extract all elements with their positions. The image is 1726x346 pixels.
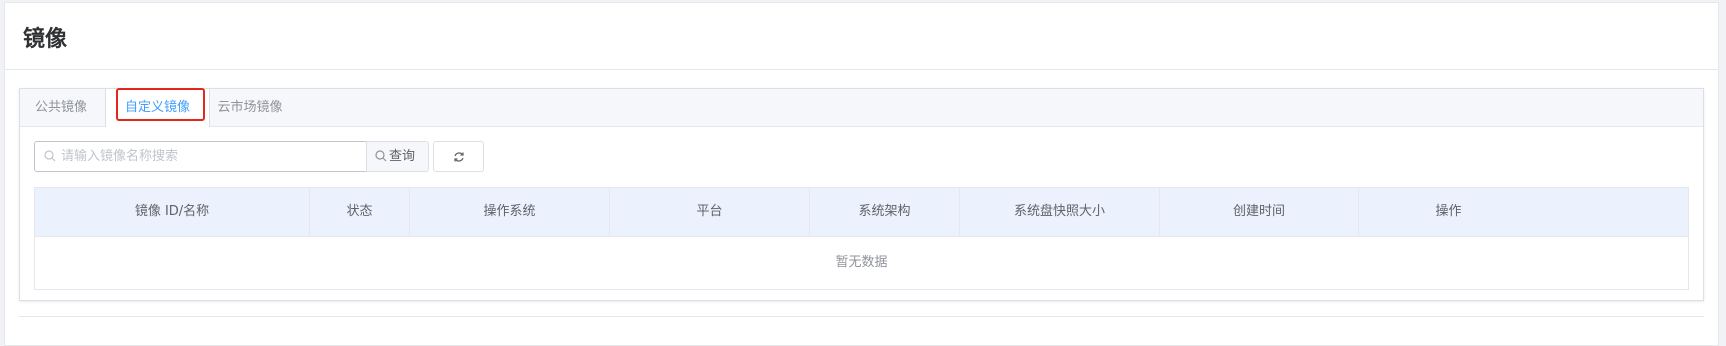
tab-public-images[interactable]: 公共镜像 (20, 89, 102, 126)
image-page: 镜像 公共镜像 自定义镜像 云市场镜像 请输入镜像名称搜索 查询 镜像 ID/名… (4, 2, 1719, 346)
column-header-actions: 操作 (1435, 204, 1462, 219)
column-header-snapshot-size: 系统盘快照大小 (960, 188, 1160, 236)
search-icon (44, 150, 56, 162)
tab-custom-images[interactable]: 自定义镜像 (105, 89, 210, 127)
column-header-platform: 平台 (610, 188, 810, 236)
search-input[interactable]: 请输入镜像名称搜索 (34, 141, 367, 172)
empty-state-text: 暂无数据 (835, 255, 888, 270)
column-header-created-time: 创建时间 (1160, 188, 1359, 236)
column-header-os: 操作系统 (410, 188, 610, 236)
bottom-divider (19, 316, 1704, 317)
page-title: 镜像 (23, 27, 68, 52)
tab-marketplace-images[interactable]: 云市场镜像 (200, 89, 300, 126)
image-table: 镜像 ID/名称 状态 操作系统 平台 系统架构 系统盘快照大小 创建时间 操作… (34, 187, 1689, 290)
refresh-button[interactable] (433, 141, 484, 172)
column-header-image-id: 镜像 ID/名称 (35, 188, 310, 236)
column-header-architecture: 系统架构 (810, 188, 960, 236)
query-button[interactable]: 查询 (366, 141, 429, 172)
column-header-status: 状态 (310, 188, 410, 236)
image-card: 公共镜像 自定义镜像 云市场镜像 请输入镜像名称搜索 查询 镜像 ID/名称 状… (19, 88, 1704, 301)
search-placeholder: 请输入镜像名称搜索 (61, 149, 179, 164)
refresh-icon (454, 152, 464, 162)
query-label: 查询 (389, 149, 416, 164)
title-divider (5, 69, 1718, 70)
tabs-bar: 公共镜像 自定义镜像 云市场镜像 (20, 88, 1703, 127)
search-icon (375, 150, 387, 162)
table-header: 镜像 ID/名称 状态 操作系统 平台 系统架构 系统盘快照大小 创建时间 操作 (35, 188, 1688, 237)
